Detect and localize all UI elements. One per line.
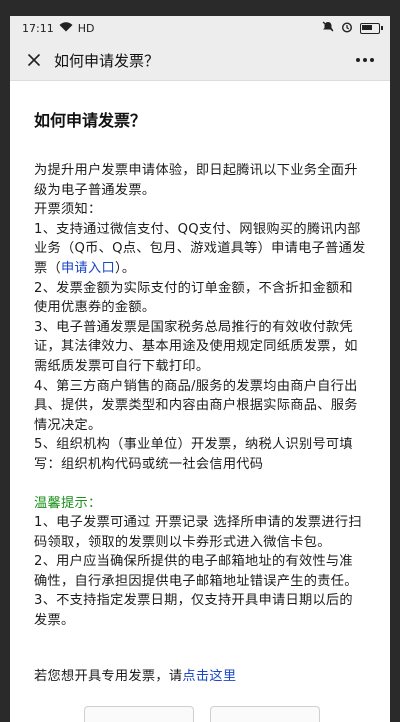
more-icon <box>356 58 374 62</box>
notes-title: 开票须知： <box>34 202 102 218</box>
status-right <box>322 21 383 36</box>
mute-icon <box>322 21 334 35</box>
phone-frame: 17:11 HD 如何申请发票？ 如何申请发票？ 为提升用户发票申请体验，即日起… <box>0 0 400 722</box>
tip-1: 1、电子发票可通过 开票记录 选择所申请的发票进行扫码领取，领取的发票则以卡券形… <box>34 515 362 550</box>
bottom-button-right[interactable] <box>210 706 320 722</box>
click-here-link[interactable]: 点击这里 <box>182 669 236 684</box>
article: 如何申请发票？ 为提升用户发票申请体验，即日起腾讯以下业务全面升级为电子普通发票… <box>10 107 390 684</box>
page-title: 如何申请发票？ <box>34 111 147 130</box>
note-3: 3、电子普通发票是国家税务总局推行的有效收付款凭证，其法律效力、基本用途及使用规… <box>34 319 358 374</box>
note-4: 4、第三方商户销售的商品/服务的发票均由商户自行出具、提供，发票类型和内容由商户… <box>34 378 358 433</box>
battery-icon <box>360 22 383 34</box>
tip-3: 3、不支持指定发票日期，仅支持开具申请日期以后的发票。 <box>34 593 353 629</box>
screen: 17:11 HD 如何申请发票？ 如何申请发票？ 为提升用户发票申请体验，即日起… <box>10 16 390 722</box>
status-network: HD <box>77 21 95 35</box>
note-1: 1、支持通过微信支付、QQ支付、网银购买的腾讯内部业务（Q币、Q点、包月、游戏道… <box>34 220 366 279</box>
apply-entry-link[interactable]: 申请入口 <box>61 261 115 276</box>
close-button[interactable] <box>20 46 48 74</box>
tip-2: 2、用户应当确保所提供的电子邮箱地址的有效性与准确性，自行承担因提供电子邮箱地址… <box>34 554 358 589</box>
bottom-button-left[interactable] <box>84 706 194 722</box>
tips-title: 温馨提示： <box>34 495 102 511</box>
more-button[interactable] <box>350 46 380 74</box>
alarm-icon <box>341 21 353 36</box>
close-icon <box>27 53 41 67</box>
note-2: 2、发票金额为实际支付的订单金额，不含折扣金额和使用优惠券的金额。 <box>34 280 353 316</box>
note-5: 5、组织机构（事业单位）开发票，纳税人识别号可填写：组织机构代码或统一社会信用代… <box>34 437 353 472</box>
nav-title: 如何申请发票？ <box>54 51 160 70</box>
status-left: 17:11 HD <box>22 22 94 35</box>
intro-text: 为提升用户发票申请体验，即日起腾讯以下业务全面升级为电子普通发票。 <box>34 163 358 198</box>
special-invoice-line: 若您想开具专用发票，请点击这里 <box>34 665 366 684</box>
status-time: 17:11 <box>22 21 54 35</box>
note-1-suffix: ）。 <box>114 260 136 276</box>
status-bar: 17:11 HD <box>10 16 390 40</box>
wifi-icon <box>59 21 73 35</box>
nav-bar: 如何申请发票？ <box>10 40 390 81</box>
special-invoice-text: 若您想开具专用发票，请 <box>34 668 183 684</box>
